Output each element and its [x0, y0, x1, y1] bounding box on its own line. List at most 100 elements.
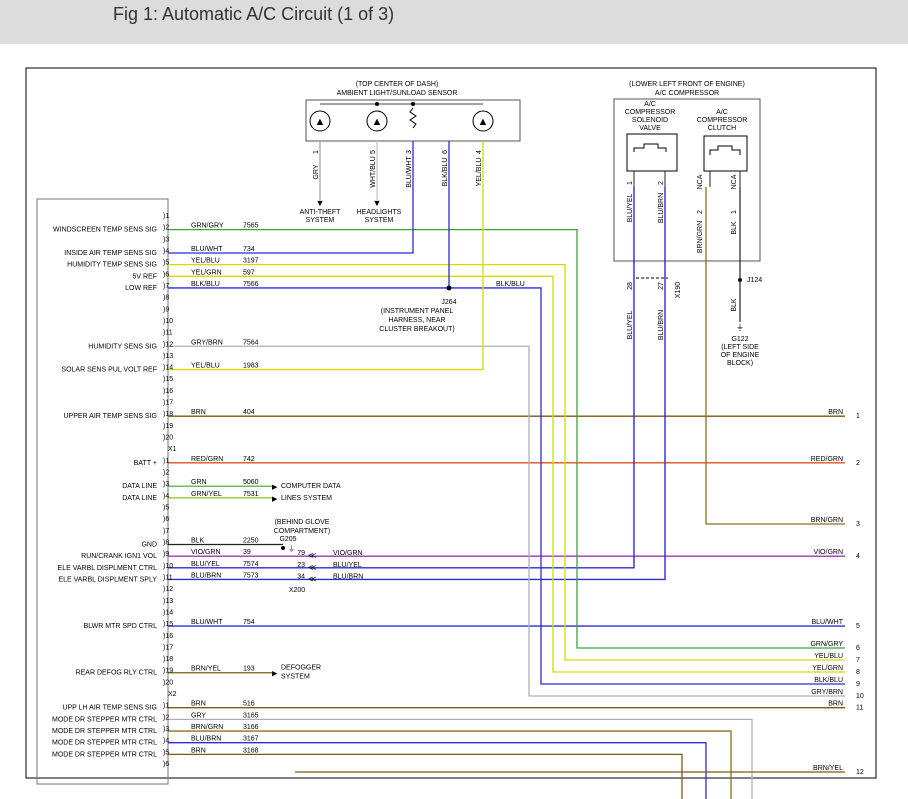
sunload-pin-number: 1	[313, 150, 320, 154]
arrow-down-icon: ▼	[373, 198, 382, 208]
defogger-label-2: SYSTEM	[281, 674, 310, 681]
pin-number: )11	[163, 574, 173, 581]
clutch-label-2: COMPRESSOR	[697, 117, 748, 124]
wire-color-label: BLU/WHT	[191, 246, 223, 253]
pin-number: )6	[163, 761, 169, 768]
clutch-label-3: CLUTCH	[708, 125, 736, 132]
clutch-pin: 1	[731, 210, 738, 214]
pin-number: )9	[163, 551, 169, 558]
pin-function-label: INSIDE AIR TEMP SENS SIG	[64, 250, 157, 257]
clutch-label: A/C	[716, 109, 728, 116]
circuit-number: 7574	[243, 561, 259, 568]
output-wire-color: BLK/BLU	[814, 677, 843, 684]
x200-label: X200	[289, 587, 305, 594]
clutch-pin: 2	[697, 210, 704, 214]
pin-number: )9	[163, 306, 169, 313]
pin-function-label: BLWR MTR SPD CTRL	[84, 623, 157, 630]
thermistor-icon	[409, 107, 417, 129]
pin-number: )1	[163, 703, 169, 710]
solenoid-label-4: VALVE	[639, 125, 661, 132]
x200-wire-color: BLU/BRN	[333, 573, 363, 580]
output-number: 3	[856, 521, 860, 528]
output-wire-color: BLU/WHT	[812, 619, 844, 626]
circuit-number: 7573	[243, 572, 259, 579]
circuit-number: 7565	[243, 223, 259, 230]
sunload-wire-color: BLU/WHT	[406, 156, 413, 188]
pin-number: )2	[163, 470, 169, 477]
pin-number: )20	[163, 679, 173, 686]
wire-color-label: BRN	[191, 747, 206, 754]
data-arrow-icon: ▶	[272, 484, 278, 491]
wire-color-label: GRY/BRN	[191, 339, 223, 346]
pin-number: )6	[163, 271, 169, 278]
pin-number: )7	[163, 528, 169, 535]
pin-number: )15	[163, 621, 173, 628]
circuit-number: 3197	[243, 258, 259, 265]
circuit-number: 1983	[243, 363, 259, 370]
circuit-number: 5060	[243, 479, 259, 486]
solenoid-coil-icon	[633, 143, 667, 152]
output-number: 10	[856, 693, 864, 700]
output-number: 5	[856, 623, 860, 630]
j264-desc: (INSTRUMENT PANEL	[381, 308, 454, 315]
circuit-number: 404	[243, 409, 255, 416]
g205-desc-2: COMPARTMENT)	[274, 528, 331, 535]
wire-mode-4	[168, 753, 683, 799]
pin-number: )17	[163, 400, 173, 407]
sunload-wire-color: GRY	[313, 164, 320, 179]
output-number: 6	[856, 645, 860, 652]
pin-number: )5	[163, 260, 169, 267]
pin-number: )20	[163, 435, 173, 442]
output-number: 11	[856, 705, 863, 712]
output-number: 9	[856, 681, 860, 688]
circuit-number: 597	[243, 269, 255, 276]
wire-color-label: BLU/BRN	[191, 572, 221, 579]
circuit-number: 7564	[243, 339, 259, 346]
x200-pin-number: 34	[297, 573, 305, 580]
wire-color-label: BLK	[191, 537, 205, 544]
circuit-number: 516	[243, 701, 255, 708]
pin-function-label: HUMIDITY TEMP SENS SIG	[67, 262, 157, 269]
pin-number: )3	[163, 481, 169, 488]
j264-desc-3: CLUSTER BREAKOUT)	[379, 326, 454, 333]
sunload-location: (TOP CENTER OF DASH)	[356, 81, 439, 88]
pin-number: )7	[163, 283, 169, 290]
pin-number: )3	[163, 236, 169, 243]
j124-label: J124	[747, 277, 762, 284]
wire-color-label: BLK/BLU	[191, 281, 220, 288]
pin-number: )17	[163, 644, 173, 651]
clutch-coil-icon	[709, 145, 741, 155]
output-number: 2	[856, 460, 860, 467]
x200-wire-color: VIO/GRN	[333, 550, 363, 557]
circuit-number: 39	[243, 549, 251, 556]
blk-wire-color: BLK	[731, 298, 738, 312]
wire-color-label: GRY	[191, 712, 206, 719]
sunload-sensor-elements: ▲ ▲ ▲	[309, 102, 494, 132]
connector-label: X1	[168, 446, 177, 453]
pin-number: )13	[163, 353, 173, 360]
pin-number: )1	[163, 213, 169, 220]
output-number: 4	[856, 553, 860, 560]
wire-color-label: RED/GRN	[191, 456, 223, 463]
pin-number: )1	[163, 458, 169, 465]
output-wire-color: GRY/BRN	[811, 689, 843, 696]
circuit-number: 3167	[243, 736, 259, 743]
solenoid-pin: 1	[627, 181, 634, 185]
pin-function-label: ELE VARBL DISPLMENT SPLY	[58, 576, 157, 583]
pin-number: )8	[163, 539, 169, 546]
pin-number: )11	[163, 330, 173, 337]
pin-number: )2	[163, 714, 169, 721]
pin-function-label: HUMIDITY SENS SIG	[88, 343, 157, 350]
solenoid-box	[626, 133, 678, 172]
pin-function-label: MODE DR STEPPER MTR CTRL	[52, 751, 157, 758]
clutch-nca-label: NCA	[731, 174, 738, 189]
defog-arrow-icon: ▶	[272, 671, 278, 678]
pin-function-label: REAR DEFOG RLY CTRL	[76, 670, 158, 677]
defogger-label: DEFOGGER	[281, 665, 321, 672]
wire-color-label: GRN/GRY	[191, 223, 224, 230]
pin-number: )14	[163, 609, 173, 616]
wire-color-label: BRN/YEL	[191, 666, 221, 673]
wire-color-label: BLU/WHT	[191, 619, 223, 626]
wire-color-label: GRN/YEL	[191, 491, 222, 498]
output-wire-color: YEL/BLU	[814, 653, 843, 660]
